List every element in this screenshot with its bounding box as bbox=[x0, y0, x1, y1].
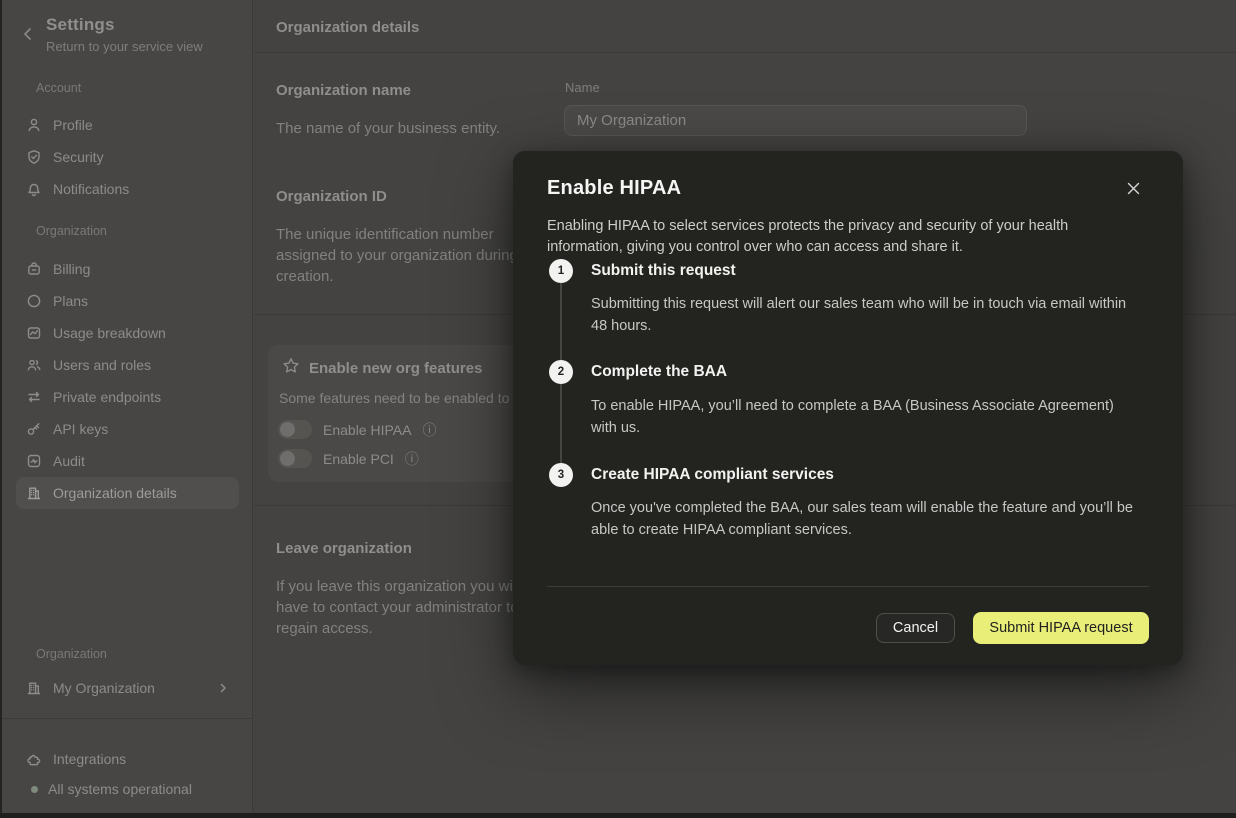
sidebar-item-integrations[interactable]: Integrations bbox=[16, 743, 239, 775]
step-2-title: Complete the BAA bbox=[591, 363, 727, 381]
page-title: Organization details bbox=[276, 19, 419, 36]
features-card-title: Enable new org features bbox=[309, 360, 482, 377]
org-name-description: The name of your business entity. bbox=[276, 118, 500, 139]
enable-hipaa-row: Enable HIPAA ⓘ bbox=[278, 420, 436, 439]
users-icon bbox=[26, 357, 42, 373]
system-status[interactable]: All systems operational bbox=[16, 773, 239, 805]
audit-pulse-icon bbox=[26, 453, 42, 469]
cancel-button[interactable]: Cancel bbox=[876, 613, 955, 643]
enable-pci-toggle[interactable] bbox=[278, 449, 312, 468]
toggle-knob bbox=[280, 422, 295, 437]
sidebar-divider bbox=[2, 718, 252, 719]
sidebar-item-organization-details[interactable]: Organization details bbox=[16, 477, 239, 509]
sidebar-item-users-and-roles[interactable]: Users and roles bbox=[16, 349, 239, 381]
sidebar-item-label: API keys bbox=[53, 421, 108, 437]
sidebar-item-my-organization[interactable]: My Organization bbox=[16, 672, 239, 704]
sidebar-item-label: Organization details bbox=[53, 485, 177, 501]
sidebar-item-api-keys[interactable]: API keys bbox=[16, 413, 239, 445]
step-3-title: Create HIPAA compliant services bbox=[591, 466, 834, 484]
sidebar-item-label: Plans bbox=[53, 293, 88, 309]
modal-footer-divider bbox=[547, 586, 1149, 587]
sidebar-item-private-endpoints[interactable]: Private endpoints bbox=[16, 381, 239, 413]
sidebar-item-notifications[interactable]: Notifications bbox=[16, 173, 239, 205]
sidebar-item-profile[interactable]: Profile bbox=[16, 109, 239, 141]
org-id-heading: Organization ID bbox=[276, 188, 387, 205]
section-label-organization: Organization bbox=[36, 224, 107, 238]
step-1-badge: 1 bbox=[549, 259, 573, 283]
sidebar-title: Settings bbox=[46, 15, 115, 35]
modal-title: Enable HIPAA bbox=[547, 177, 681, 200]
status-label: All systems operational bbox=[48, 781, 192, 797]
building-icon bbox=[26, 680, 42, 696]
section-label-account: Account bbox=[36, 81, 81, 95]
status-dot-icon bbox=[31, 786, 38, 793]
submit-hipaa-request-button[interactable]: Submit HIPAA request bbox=[973, 612, 1149, 644]
close-icon[interactable] bbox=[1120, 175, 1146, 201]
sidebar-item-label: Usage breakdown bbox=[53, 325, 166, 341]
org-id-description: The unique identification number assigne… bbox=[276, 224, 536, 287]
step-3-body: Once you've completed the BAA, our sales… bbox=[591, 498, 1176, 541]
org-name-heading: Organization name bbox=[276, 82, 411, 99]
shield-check-icon bbox=[26, 149, 42, 165]
modal-description: Enabling HIPAA to select services protec… bbox=[547, 216, 1147, 258]
enable-hipaa-toggle[interactable] bbox=[278, 420, 312, 439]
step-3-badge: 3 bbox=[549, 463, 573, 487]
org-name-input[interactable] bbox=[564, 105, 1027, 136]
sidebar-item-security[interactable]: Security bbox=[16, 141, 239, 173]
swap-arrows-icon bbox=[26, 389, 42, 405]
toggle-knob bbox=[280, 451, 295, 466]
sidebar-item-label: Integrations bbox=[53, 751, 126, 767]
star-icon bbox=[282, 357, 300, 380]
sidebar-item-label: Users and roles bbox=[53, 357, 151, 373]
header-divider bbox=[254, 52, 1236, 53]
sidebar-item-label: Profile bbox=[53, 117, 93, 133]
step-2-body: To enable HIPAA, you’ll need to complete… bbox=[591, 396, 1176, 439]
enable-pci-row: Enable PCI ⓘ bbox=[278, 449, 419, 468]
bell-icon bbox=[26, 181, 42, 197]
chevron-right-icon bbox=[217, 682, 229, 694]
back-chevron-icon[interactable] bbox=[20, 26, 36, 42]
window-bottom-edge bbox=[0, 813, 1236, 818]
sidebar-item-billing[interactable]: Billing bbox=[16, 253, 239, 285]
sidebar-item-label: Security bbox=[53, 149, 104, 165]
name-field-label: Name bbox=[565, 80, 600, 95]
toggle-label: Enable HIPAA bbox=[323, 422, 411, 438]
circle-icon bbox=[26, 293, 42, 309]
sidebar-item-label: Billing bbox=[53, 261, 90, 277]
settings-sidebar: Settings Return to your service view Acc… bbox=[2, 0, 253, 813]
building-icon bbox=[26, 485, 42, 501]
key-icon bbox=[26, 421, 42, 437]
info-icon[interactable]: ⓘ bbox=[405, 452, 419, 466]
step-1-body: Submitting this request will alert our s… bbox=[591, 294, 1176, 337]
toggle-label: Enable PCI bbox=[323, 451, 394, 467]
sidebar-subtitle: Return to your service view bbox=[46, 39, 203, 54]
sidebar-item-label: My Organization bbox=[53, 680, 155, 696]
sidebar-item-plans[interactable]: Plans bbox=[16, 285, 239, 317]
leave-org-heading: Leave organization bbox=[276, 540, 412, 557]
user-icon bbox=[26, 117, 42, 133]
billing-bag-icon bbox=[26, 261, 42, 277]
step-1-title: Submit this request bbox=[591, 262, 736, 280]
sidebar-item-label: Notifications bbox=[53, 181, 129, 197]
step-2-badge: 2 bbox=[549, 360, 573, 384]
sidebar-item-audit[interactable]: Audit bbox=[16, 445, 239, 477]
usage-chart-icon bbox=[26, 325, 42, 341]
sidebar-item-label: Audit bbox=[53, 453, 85, 469]
info-icon[interactable]: ⓘ bbox=[422, 423, 436, 437]
sidebar-item-usage-breakdown[interactable]: Usage breakdown bbox=[16, 317, 239, 349]
sidebar-item-label: Private endpoints bbox=[53, 389, 161, 405]
section-label-org-switcher: Organization bbox=[36, 647, 107, 661]
enable-hipaa-modal: Enable HIPAA Enabling HIPAA to select se… bbox=[513, 151, 1183, 665]
puzzle-icon bbox=[26, 751, 42, 767]
